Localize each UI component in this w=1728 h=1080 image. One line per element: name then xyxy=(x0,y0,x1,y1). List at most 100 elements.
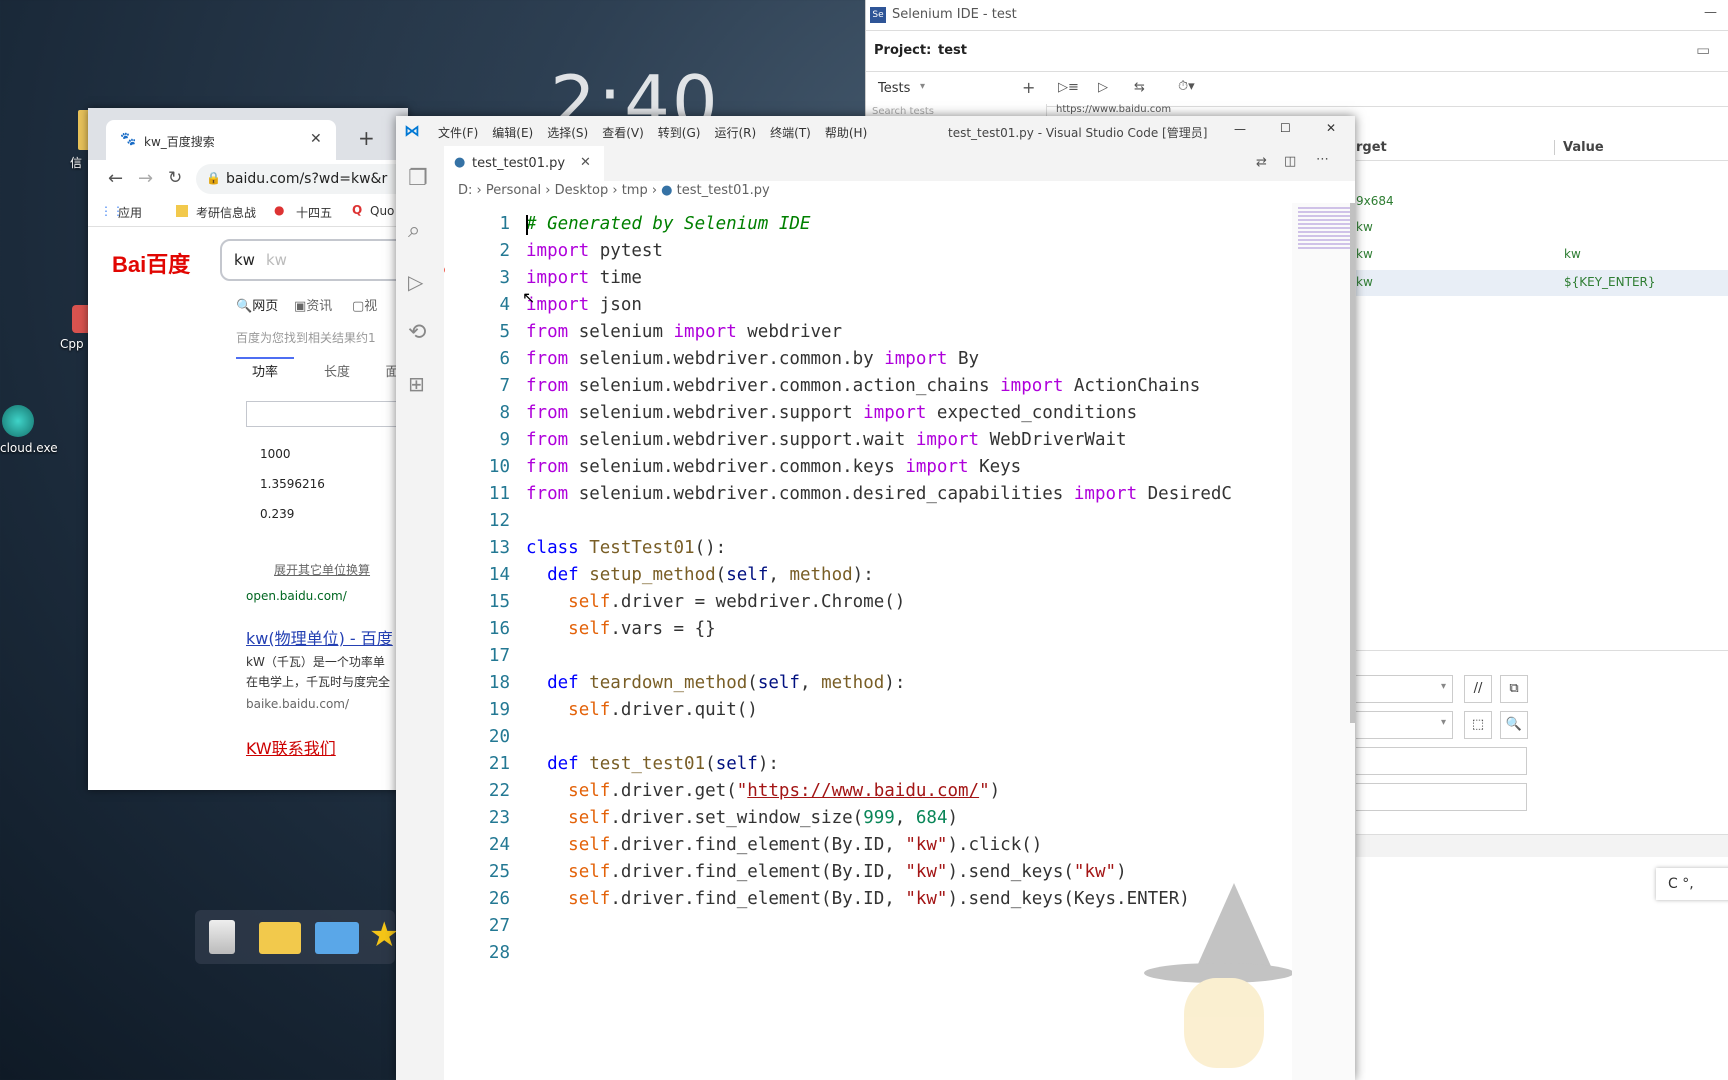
bookmark-apps[interactable]: 应用 xyxy=(118,204,142,221)
baidu-tab-web[interactable]: 🔍网页 xyxy=(236,295,278,314)
ime-indicator[interactable]: C °, xyxy=(1656,868,1728,900)
more-actions-icon[interactable]: ⋯ xyxy=(1316,152,1329,167)
scrollbar-thumb[interactable] xyxy=(1350,203,1355,723)
menu-goto[interactable]: 转到(G) xyxy=(658,126,701,140)
minimap[interactable] xyxy=(1292,203,1355,1080)
source-control-icon[interactable]: ⟲ xyxy=(408,320,426,345)
menu-edit[interactable]: 编辑(E) xyxy=(492,126,533,140)
chrome-toolbar: ← → ↻ 🔒 baidu.com/s?wd=kw&r xyxy=(88,160,426,198)
command-row-selected[interactable]: kw ${KEY_ENTER} xyxy=(1356,270,1728,296)
extensions-icon[interactable]: ⊞ xyxy=(408,372,425,396)
python-file-icon: ● xyxy=(454,155,466,170)
converter-tab-length[interactable]: 长度 xyxy=(308,359,366,387)
breadcrumb-item[interactable]: test_test01.py xyxy=(677,183,770,198)
mouse-pointer-icon: ↖ xyxy=(522,288,536,307)
converter-tab-power[interactable]: 功率 xyxy=(236,357,294,389)
tests-dropdown[interactable]: Tests xyxy=(878,81,910,96)
menu-help[interactable]: 帮助(H) xyxy=(825,126,867,140)
command-row[interactable]: kw xyxy=(1356,216,1728,240)
play-icon[interactable]: ▷ xyxy=(1098,80,1108,95)
recycle-bin-icon[interactable] xyxy=(209,920,235,954)
converter-input[interactable] xyxy=(246,401,408,427)
menu-view[interactable]: 查看(V) xyxy=(602,126,644,140)
search-hint: kw xyxy=(266,251,287,269)
code-line: 19 self.driver.quit() xyxy=(488,700,758,720)
menu-terminal[interactable]: 终端(T) xyxy=(770,126,811,140)
value-input[interactable] xyxy=(1356,747,1527,775)
star-icon[interactable]: ★ xyxy=(369,918,399,952)
project-name[interactable]: test xyxy=(938,43,967,58)
command-row[interactable]: kw kw xyxy=(1356,243,1728,267)
breadcrumb-item[interactable]: Personal xyxy=(486,183,541,198)
command-row[interactable]: 9x684 xyxy=(1356,190,1728,214)
bookmark-kaoyan[interactable]: 考研信息战 xyxy=(196,204,256,221)
description-input[interactable] xyxy=(1356,783,1527,811)
python-file-icon: ● xyxy=(661,183,673,198)
search-tests-input[interactable]: Search tests xyxy=(872,106,1040,116)
explorer-icon[interactable]: ❐ xyxy=(408,166,428,191)
bookmark-shisiwu[interactable]: 十四五 xyxy=(296,204,332,221)
code-editor[interactable]: 1 # Generated by Selenium IDE 2 import pyt… xyxy=(444,203,1292,1080)
menu-select[interactable]: 选择(S) xyxy=(547,126,588,140)
code-line: 11 from selenium.webdriver.common.desired… xyxy=(488,484,1232,504)
minimize-icon[interactable]: — xyxy=(1704,5,1717,20)
activity-bar: ❐ ⌕ ▷ ⟲ ⊞ xyxy=(396,146,444,1080)
breadcrumb-item[interactable]: Desktop xyxy=(555,183,609,198)
code-line: 25 self.driver.find_element(By.ID, "kw")… xyxy=(488,862,1127,882)
run-debug-icon[interactable]: ▷ xyxy=(408,270,423,294)
folder-icon[interactable] xyxy=(315,922,359,954)
chevron-down-icon: ▾ xyxy=(920,81,926,92)
select-target-icon[interactable]: ⬚ xyxy=(1464,711,1492,739)
reload-icon[interactable]: ↻ xyxy=(168,168,182,188)
forward-icon[interactable]: → xyxy=(138,168,153,189)
split-editor-icon[interactable]: ◫ xyxy=(1284,154,1296,169)
add-test-icon[interactable]: + xyxy=(1022,78,1035,97)
new-folder-icon[interactable]: ▭ xyxy=(1696,41,1710,59)
command-select[interactable]: ▾ xyxy=(1356,675,1453,703)
code-line: 6 from selenium.webdriver.common.by impor… xyxy=(499,349,980,369)
result-count: 百度为您找到相关结果约1 xyxy=(236,331,376,345)
baidu-tab-video[interactable]: ▢视 xyxy=(352,295,377,314)
baidu-search-box[interactable]: kw kw xyxy=(220,239,408,281)
vscode-window-title: test_test01.py - Visual Studio Code [管理员… xyxy=(948,126,1208,140)
menu-run[interactable]: 运行(R) xyxy=(714,126,756,140)
result-title[interactable]: kw(物理单位) - 百度 xyxy=(246,625,393,649)
comment-toggle-icon[interactable]: // xyxy=(1464,675,1492,703)
result-title[interactable]: KW联系我们 xyxy=(246,735,336,759)
menu-file[interactable]: 文件(F) xyxy=(438,126,478,140)
bookmark-q-icon: Q xyxy=(352,203,363,217)
breadcrumb-item[interactable]: tmp xyxy=(622,183,648,198)
bookmark-quo[interactable]: Quo xyxy=(370,204,394,218)
speed-icon[interactable]: ⏱▾ xyxy=(1178,79,1195,94)
more-units-link[interactable]: 展开其它单位换算 xyxy=(274,561,370,578)
result-source[interactable]: open.baidu.com/ xyxy=(246,589,347,603)
step-icon[interactable]: ⇆ xyxy=(1134,80,1145,95)
minimize-icon[interactable]: — xyxy=(1234,122,1246,136)
tab-test-file[interactable]: ● test_test01.py ✕ xyxy=(444,146,604,181)
code-line: 5 from selenium import webdriver xyxy=(499,322,843,342)
bookmark-site-icon: ● xyxy=(274,203,285,217)
open-reference-icon[interactable]: ⧉ xyxy=(1500,675,1528,703)
back-icon[interactable]: ← xyxy=(108,168,123,189)
target-select[interactable]: ▾ xyxy=(1356,711,1453,739)
files-icon[interactable] xyxy=(259,922,301,954)
close-icon[interactable]: ✕ xyxy=(1326,121,1336,135)
search-value: kw xyxy=(234,251,255,269)
breadcrumb-item[interactable]: D: xyxy=(458,183,472,198)
close-icon[interactable]: ✕ xyxy=(310,131,322,147)
maximize-icon[interactable]: ☐ xyxy=(1280,121,1291,135)
desktop-icon-cloud[interactable]: cloud.exe xyxy=(0,405,58,455)
open-changes-icon[interactable]: ⇄ xyxy=(1256,155,1267,170)
search-icon[interactable]: ⌕ xyxy=(408,218,420,243)
new-tab-icon[interactable]: + xyxy=(358,126,375,150)
baidu-tab-news[interactable]: ▣资讯 xyxy=(294,295,332,314)
close-icon[interactable]: ✕ xyxy=(580,155,591,170)
result-source[interactable]: baike.baidu.com/ xyxy=(246,697,349,711)
run-all-icon[interactable]: ▷≡ xyxy=(1058,80,1079,95)
chrome-tab[interactable]: 🐾 kw_百度搜索 ✕ xyxy=(106,120,336,160)
find-target-icon[interactable]: 🔍 xyxy=(1500,711,1528,739)
url-bar[interactable]: https://www.baidu.com xyxy=(1056,104,1171,114)
converter-row: 0.239 xyxy=(260,507,295,521)
baidu-logo[interactable]: Bai百度 xyxy=(112,247,190,279)
address-bar[interactable]: 🔒 baidu.com/s?wd=kw&r xyxy=(196,164,426,194)
